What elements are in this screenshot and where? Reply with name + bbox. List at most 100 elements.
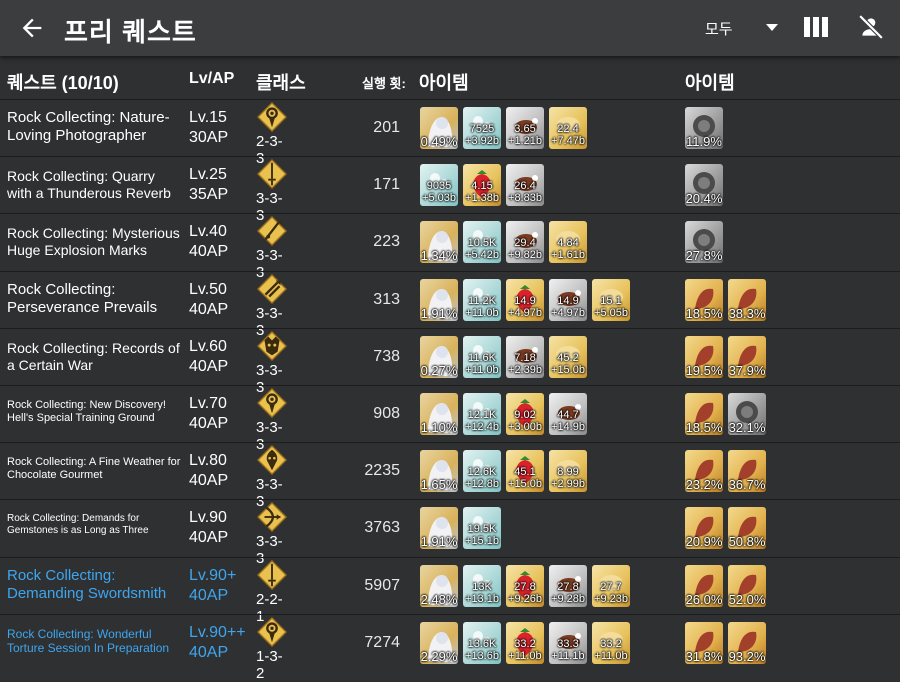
- drop-item[interactable]: 1.10%: [420, 393, 458, 435]
- run-count: 3763: [364, 519, 400, 537]
- drop-item[interactable]: 11.6K +11.0b: [463, 335, 501, 378]
- quest-row[interactable]: Rock Collecting: Mysterious Huge Explosi…: [0, 213, 900, 281]
- drop-count: 14.9: [514, 294, 536, 307]
- columns-icon[interactable]: [804, 17, 828, 37]
- quest-name[interactable]: Rock Collecting: Perseverance Prevails: [7, 281, 182, 317]
- quest-row[interactable]: Rock Collecting: Perseverance Prevails L…: [0, 270, 900, 339]
- quest-row[interactable]: Rock Collecting: Quarry with a Thunderou…: [0, 156, 900, 224]
- filter-select-label[interactable]: 모두: [705, 18, 733, 39]
- back-arrow-icon[interactable]: [18, 14, 46, 42]
- drop-item[interactable]: 9.02 +3.00b: [506, 393, 544, 435]
- drop-item[interactable]: 4.15 +1.38b: [463, 164, 501, 207]
- drop-item[interactable]: 22.4 +7.47b: [549, 107, 587, 149]
- quest-row[interactable]: Rock Collecting: Demands for Gemstones i…: [0, 499, 900, 567]
- material-item[interactable]: 38.3%: [728, 278, 766, 321]
- material-item[interactable]: 23.2%: [685, 450, 723, 493]
- drop-item[interactable]: 4.84 +1.61b: [549, 221, 587, 264]
- drop-item[interactable]: 27.7 +9.23b: [592, 564, 630, 607]
- quest-name[interactable]: Rock Collecting: Quarry with a Thunderou…: [7, 168, 182, 202]
- drop-item[interactable]: 12.1K +12.4b: [463, 393, 501, 435]
- quest-level: Lv.40: [189, 223, 227, 241]
- quest-name[interactable]: Rock Collecting: Nature-Loving Photograp…: [7, 109, 182, 145]
- person-off-icon[interactable]: [858, 14, 884, 40]
- material-item[interactable]: 26.0%: [685, 564, 723, 607]
- drop-item[interactable]: 2.48%: [420, 564, 458, 607]
- drop-item[interactable]: 12.6K +12.8b: [463, 450, 501, 493]
- drop-item[interactable]: 27.8 +9.28b: [549, 564, 587, 607]
- material-item[interactable]: 19.5%: [685, 335, 723, 378]
- quest-level: Lv.80: [189, 452, 227, 470]
- material-item[interactable]: 11.9%: [685, 107, 723, 149]
- material-drop-rate: 50.8%: [728, 534, 766, 550]
- quest-row[interactable]: Rock Collecting: Nature-Loving Photograp…: [0, 99, 900, 167]
- quest-name[interactable]: Rock Collecting: A Fine Weather for Choc…: [7, 456, 182, 482]
- material-item[interactable]: 18.5%: [685, 393, 723, 435]
- drop-item[interactable]: 7.18 +2.39b: [506, 335, 544, 378]
- drop-item[interactable]: 14.9 +4.97b: [549, 278, 587, 321]
- quest-name[interactable]: Rock Collecting: Demanding Swordsmith: [7, 567, 182, 603]
- drop-item[interactable]: 10.5K +5.42b: [463, 221, 501, 264]
- quest-row[interactable]: Rock Collecting: Demanding Swordsmith Lv…: [0, 556, 900, 625]
- drop-item[interactable]: 29.4 +9.82b: [506, 221, 544, 264]
- drop-item[interactable]: 33.2 +11.0b: [592, 621, 630, 664]
- quests-column-header[interactable]: 퀘스트 (10/10): [7, 69, 119, 95]
- drop-item[interactable]: 44.7 +14.9b: [549, 393, 587, 435]
- drop-item[interactable]: 13K +13.1b: [463, 564, 501, 607]
- drop-item[interactable]: 1.65%: [420, 450, 458, 493]
- items-column-header[interactable]: 아이템: [419, 69, 469, 95]
- quest-row[interactable]: Rock Collecting: A Fine Weather for Choc…: [0, 442, 900, 510]
- drop-item[interactable]: 9035 +5.03b: [420, 164, 458, 207]
- runs-column-header[interactable]: 실행 횟:: [362, 73, 406, 92]
- quest-name[interactable]: Rock Collecting: Mysterious Huge Explosi…: [7, 225, 182, 259]
- material-item[interactable]: 27.8%: [685, 221, 723, 264]
- material-item[interactable]: 93.2%: [728, 621, 766, 664]
- quest-level-ap: Lv.80 40AP: [189, 451, 249, 491]
- quest-name[interactable]: Rock Collecting: New Discovery! Hell's S…: [7, 399, 182, 425]
- drop-item[interactable]: 15.1 +5.05b: [592, 278, 630, 321]
- class-column-header[interactable]: 클래스: [256, 69, 306, 95]
- material-item[interactable]: 32.1%: [728, 393, 766, 435]
- drop-item[interactable]: 0.27%: [420, 335, 458, 378]
- material-item[interactable]: 18.5%: [685, 278, 723, 321]
- drop-item[interactable]: 13.6K +13.6b: [463, 621, 501, 664]
- chevron-down-icon[interactable]: [766, 24, 778, 31]
- material-item[interactable]: 52.0%: [728, 564, 766, 607]
- quest-name[interactable]: Rock Collecting: Wonderful Torture Sessi…: [7, 627, 182, 656]
- drop-item[interactable]: 11.2K +11.0b: [463, 278, 501, 321]
- quest-name[interactable]: Rock Collecting: Records of a Certain Wa…: [7, 340, 182, 374]
- quest-row[interactable]: Rock Collecting: Records of a Certain Wa…: [0, 327, 900, 396]
- material-item[interactable]: 20.4%: [685, 164, 723, 207]
- drop-item[interactable]: 45.2 +15.0b: [549, 335, 587, 378]
- drop-item[interactable]: 2.29%: [420, 621, 458, 664]
- quest-row[interactable]: Rock Collecting: New Discovery! Hell's S…: [0, 385, 900, 453]
- drop-item[interactable]: 1.34%: [420, 221, 458, 264]
- drop-item[interactable]: 1.91%: [420, 278, 458, 321]
- material-drop-rate: 31.8%: [685, 648, 723, 664]
- drop-item[interactable]: 8.99 +2.99b: [549, 450, 587, 493]
- drop-item[interactable]: 33.2 +11.0b: [506, 621, 544, 664]
- drop-item[interactable]: 45.1 +15.0b: [506, 450, 544, 493]
- drop-item[interactable]: 27.8 +9.26b: [506, 564, 544, 607]
- material-drop-rate: 20.4%: [685, 191, 723, 207]
- material-item[interactable]: 20.9%: [685, 507, 723, 550]
- quest-name[interactable]: Rock Collecting: Demands for Gemstones i…: [7, 513, 182, 537]
- drop-item[interactable]: 7525 +3.92b: [463, 107, 501, 149]
- material-item[interactable]: 36.7%: [728, 450, 766, 493]
- drop-item[interactable]: 19.5K +15.1b: [463, 507, 501, 550]
- drop-item[interactable]: 26.4 +8.83b: [506, 164, 544, 207]
- materials-column-header[interactable]: 아이템: [685, 69, 735, 95]
- lvap-column-header[interactable]: Lv/AP: [189, 70, 234, 88]
- material-item[interactable]: 50.8%: [728, 507, 766, 550]
- drop-rate: 2.29%: [420, 648, 458, 664]
- drop-item[interactable]: 14.9 +4.97b: [506, 278, 544, 321]
- material-drop-rate: 32.1%: [728, 420, 766, 435]
- drop-item[interactable]: 1.91%: [420, 507, 458, 550]
- material-item[interactable]: 37.9%: [728, 335, 766, 378]
- drop-item[interactable]: 0.49%: [420, 107, 458, 149]
- material-item[interactable]: 31.8%: [685, 621, 723, 664]
- drop-item[interactable]: 33.3 +11.1b: [549, 621, 587, 664]
- lancer-class-icon: [257, 216, 287, 247]
- drop-count: 13.6K: [467, 637, 497, 650]
- quest-row[interactable]: Rock Collecting: Wonderful Torture Sessi…: [0, 613, 900, 682]
- drop-item[interactable]: 3.65 +1.21b: [506, 107, 544, 149]
